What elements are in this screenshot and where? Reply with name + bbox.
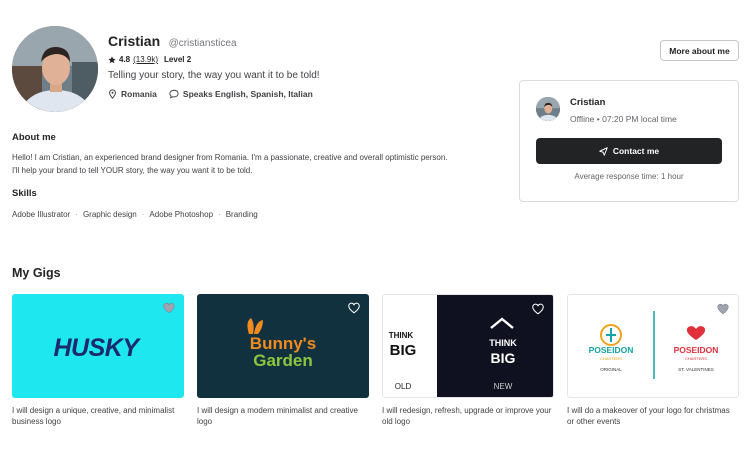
- card-avatar: [536, 97, 560, 121]
- old-label: OLD: [395, 382, 412, 391]
- star-icon: [108, 55, 116, 63]
- contact-me-label: Contact me: [612, 146, 660, 156]
- think-old-text: THINK: [389, 331, 414, 340]
- gig-title-link[interactable]: I will redesign, refresh, upgrade or imp…: [382, 405, 554, 427]
- bunny-ear-shape: [254, 320, 263, 334]
- gig-title-link[interactable]: I will design a unique, creative, and mi…: [12, 405, 184, 427]
- charters-original-text: CHARTERS: [600, 356, 622, 361]
- trident-shape: [606, 328, 616, 342]
- garden-logo-text: Garden: [253, 351, 313, 370]
- gig-title-link[interactable]: I will do a makeover of your logo for ch…: [567, 405, 739, 427]
- skills-list: Adobe Illustrator · Graphic design · Ado…: [12, 210, 258, 219]
- separator: ·: [218, 210, 221, 219]
- gig-thumbnail-think-big[interactable]: THINK BIG OLD THINK BIG NEW: [382, 294, 554, 398]
- skill-tag[interactable]: Graphic design: [83, 210, 137, 219]
- seller-level: Level 2: [164, 55, 192, 64]
- profile-avatar[interactable]: [12, 26, 98, 112]
- skill-tag[interactable]: Adobe Photoshop: [149, 210, 213, 219]
- more-about-me-button[interactable]: More about me: [660, 40, 739, 61]
- location-pin-icon: [109, 89, 116, 99]
- think-new-text: THINK: [489, 338, 517, 348]
- contact-card: Cristian Offline • 07:20 PM local time C…: [519, 80, 739, 202]
- favorite-heart-icon[interactable]: [347, 301, 361, 314]
- send-icon: [599, 146, 608, 156]
- profile-country: Romania: [121, 89, 157, 99]
- card-online-status: Offline • 07:20 PM local time: [570, 114, 677, 124]
- favorite-heart-icon[interactable]: [162, 301, 176, 314]
- poseidon-valentine-text: POSEIDON: [674, 345, 719, 355]
- separator: ·: [141, 210, 145, 219]
- average-response-time: Average response time: 1 hour: [574, 172, 684, 181]
- profile-username: @cristiansticea: [168, 38, 237, 49]
- profile-tagline: Telling your story, the way you want it …: [108, 70, 320, 81]
- valentines-label: ST. VALENTINES: [678, 367, 713, 372]
- favorite-heart-icon[interactable]: [716, 302, 730, 315]
- rating-row: 4.8 (13.9k) Level 2: [108, 55, 191, 64]
- rating-value: 4.8: [119, 55, 131, 64]
- poseidon-original-text: POSEIDON: [589, 345, 634, 355]
- review-count-link[interactable]: (13.9k): [133, 55, 158, 64]
- profile-name: Cristian: [108, 33, 161, 49]
- big-old-text: BIG: [390, 342, 417, 359]
- heart-emblem-valentine: [686, 326, 706, 340]
- profile-languages: Speaks English, Spanish, Italian: [182, 89, 313, 99]
- gigs-title: My Gigs: [12, 266, 61, 280]
- profile-name-row: Cristian @cristiansticea: [108, 33, 237, 51]
- about-description: Hello! I am Cristian, an experienced bra…: [12, 153, 448, 175]
- about-title: About me: [12, 132, 56, 143]
- profile-meta-row: Romania Speaks English, Spanish, Italian: [108, 89, 313, 99]
- gig-thumbnail-poseidon[interactable]: POSEIDON CHARTERS ORIGINAL POSEIDON CHAR…: [567, 294, 739, 398]
- contact-me-button[interactable]: Contact me: [536, 138, 722, 164]
- skills-title: Skills: [12, 188, 37, 199]
- gig-title-link[interactable]: I will design a modern minimalist and cr…: [197, 405, 369, 427]
- skill-tag[interactable]: Adobe Illustrator: [12, 210, 70, 219]
- separator: ·: [75, 210, 78, 219]
- original-label: ORIGINAL: [600, 367, 622, 372]
- charters-valentine-text: CHARTERS: [685, 356, 707, 361]
- gig-thumbnail-bunnys-garden[interactable]: Bunny's Garden: [197, 294, 369, 398]
- card-seller-name: Cristian: [570, 97, 606, 108]
- husky-logo-text: HUSKY: [53, 334, 141, 362]
- favorite-heart-icon[interactable]: [531, 302, 545, 315]
- big-new-text: BIG: [491, 350, 516, 366]
- bunny-ear-shape: [247, 318, 254, 334]
- new-label: NEW: [494, 382, 513, 391]
- gig-thumbnail-husky[interactable]: HUSKY: [12, 294, 184, 398]
- skill-tag[interactable]: Branding: [226, 210, 258, 219]
- chat-bubble-icon: [169, 89, 179, 99]
